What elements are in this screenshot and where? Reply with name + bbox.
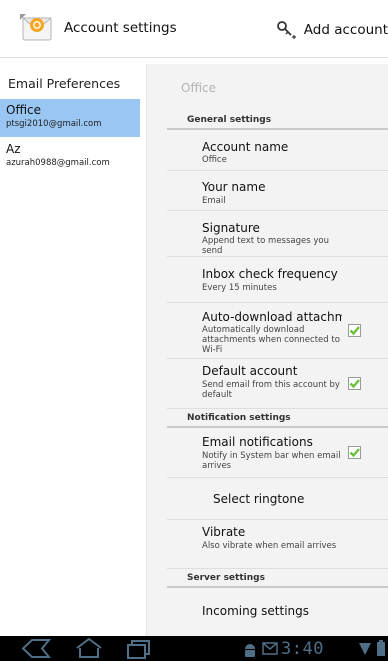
email-notifications-checkbox[interactable] [348,446,361,459]
pref-vibrate[interactable]: Vibrate Also vibrate when email arrives [167,520,388,569]
pref-title: Auto-download attachm [202,310,342,324]
pref-title: Default account [202,364,298,378]
pref-summary: Email [202,196,226,206]
account-email-label: azurah0988@gmail.com [6,158,110,168]
pref-title: Select ringtone [213,492,305,506]
pref-title: Incoming settings [202,604,309,618]
pref-title: Account name [202,140,289,154]
pref-signature[interactable]: Signature Append text to messages you se… [167,211,388,257]
key-plus-icon [276,21,296,39]
pref-title: Signature [202,221,260,235]
account-name-label: Az [6,142,21,156]
pref-auto-download[interactable]: Auto-download attachm Automatically down… [167,303,388,359]
action-bar-title: Account settings [64,20,177,36]
home-icon[interactable] [74,636,104,661]
system-nav-bar: 3:40 [0,636,388,661]
add-account-button[interactable]: Add account [276,18,388,42]
pref-summary: Office [202,155,227,165]
pref-account-name[interactable]: Account name Office [167,132,388,171]
pref-your-name[interactable]: Your name Email [167,171,388,211]
wifi-icon [359,643,371,655]
pref-summary: Every 15 minutes [202,283,277,293]
account-name-label: Office [6,103,42,117]
accounts-sidebar: Email Preferences Office ptsgi2010@gmail… [0,58,140,636]
battery-icon [377,640,385,656]
email-app-icon[interactable] [20,14,54,44]
action-bar: Account settings Add account [0,0,388,58]
pref-select-ringtone[interactable]: Select ringtone [167,478,388,520]
pane-title: Office [181,81,217,95]
pref-title: Inbox check frequency [202,267,338,281]
sidebar-account-office[interactable]: Office ptsgi2010@gmail.com [0,99,140,137]
pref-summary: Append text to messages you send [202,236,329,256]
status-clock: 3:40 [281,639,324,659]
pref-summary: Automatically download attachments when … [202,325,340,355]
section-header-general: General settings [167,111,388,130]
android-notification-icon [245,644,255,657]
mail-notification-icon [262,642,278,655]
sidebar-account-az[interactable]: Az azurah0988@gmail.com [0,138,140,176]
pref-incoming-settings[interactable]: Incoming settings [167,590,388,636]
email-preferences-item[interactable]: Email Preferences [8,76,120,91]
section-header-server: Server settings [167,569,388,588]
auto-download-checkbox[interactable] [348,324,361,337]
pref-title: Your name [202,180,266,194]
back-icon[interactable] [20,636,52,661]
pref-email-notifications[interactable]: Email notifications Notify in System bar… [167,430,388,478]
pref-title: Email notifications [202,435,313,449]
pref-inbox-check-frequency[interactable]: Inbox check frequency Every 15 minutes [167,257,388,303]
settings-pane: Office General settings Account name Off… [146,64,388,636]
default-account-checkbox[interactable] [348,377,361,390]
account-email-label: ptsgi2010@gmail.com [6,119,102,129]
recent-apps-icon[interactable] [124,636,154,661]
pref-summary: Send email from this account by default [202,380,340,400]
pref-summary: Notify in System bar when email arrives [202,451,341,471]
pref-default-account[interactable]: Default account Send email from this acc… [167,359,388,409]
section-header-notification: Notification settings [167,409,388,428]
pref-title: Vibrate [202,525,246,539]
pref-summary: Also vibrate when email arrives [202,541,337,551]
add-account-label: Add account [303,22,388,38]
